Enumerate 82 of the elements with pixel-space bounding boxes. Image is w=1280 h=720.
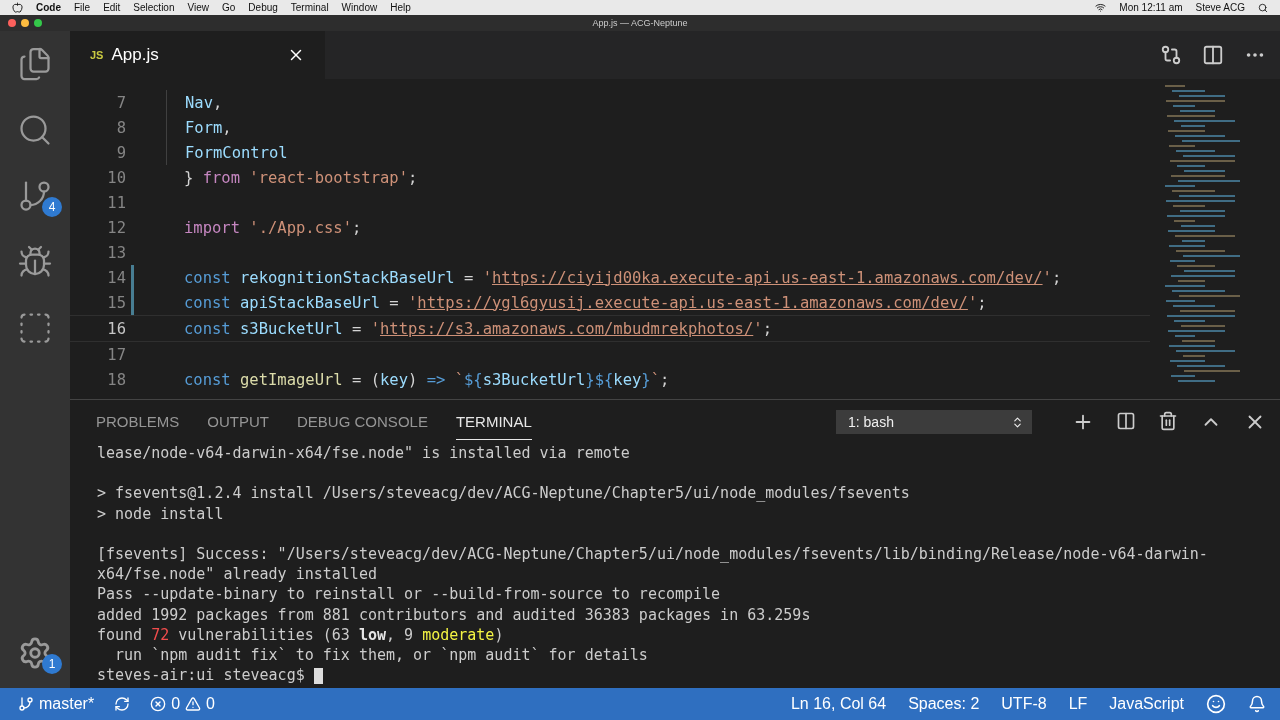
panel-tab[interactable]: OUTPUT: [207, 404, 270, 440]
app-menu[interactable]: Code: [36, 2, 61, 13]
error-icon: [150, 696, 167, 712]
window-title: App.js — ACG-Neptune: [592, 18, 688, 28]
cursor-position[interactable]: Ln 16, Col 64: [790, 695, 887, 713]
panel-tab[interactable]: DEBUG CONSOLE: [297, 404, 428, 440]
terminal-line: added 1992 packages from 881 contributors and audited 36383 packages in 63.259s: [97, 605, 811, 624]
line-number: 9: [115, 143, 126, 162]
menu-item[interactable]: Go: [222, 2, 236, 13]
code-line: Nav,: [185, 93, 223, 112]
encoding[interactable]: UTF-8: [1001, 695, 1047, 713]
terminal-line: [fsevents] Success: "/Users/steveacg/dev/ACG-Neptune/Chapter5/ui/node_modules/fsevents/lib/binding/Release/node-v64-darwin-: [97, 544, 1208, 563]
search-icon[interactable]: [1258, 2, 1268, 13]
language-mode[interactable]: JavaScript: [1109, 695, 1184, 713]
terminal-line: lease/node-v64-darwin-x64/fse.node" is installed via remote: [97, 444, 630, 462]
menu-item[interactable]: Debug: [248, 2, 278, 13]
terminal-line: run `npm audit fix` to fix them, or `npm audit` for details: [114, 645, 648, 664]
terminal-line: Pass --update-binary to reinstall or --build-from-source to recompile: [97, 585, 721, 604]
code-line: Form,: [185, 118, 232, 137]
line-number: 18: [106, 370, 126, 389]
menu-item[interactable]: Window: [341, 2, 378, 13]
code-line: FormControl: [185, 143, 288, 162]
line-ending[interactable]: LF: [1068, 695, 1088, 713]
code-line: const s3BucketUrl = 'https://s3.amazonaws.com/mbudmrekphotos/';: [184, 319, 772, 338]
warning-count: 0: [206, 695, 215, 713]
line-number: 10: [106, 168, 126, 187]
smiley-icon[interactable]: [1206, 694, 1226, 714]
line-number: 7: [115, 93, 126, 112]
cursor: [313, 667, 323, 684]
branch-name: master*: [39, 695, 95, 713]
menu-item[interactable]: Help: [390, 2, 411, 13]
line-number: 17: [106, 345, 126, 364]
panel-tab[interactable]: TERMINAL: [455, 404, 532, 440]
branch-item[interactable]: master*: [18, 695, 95, 713]
count-badge: 4: [42, 197, 62, 217]
terminal-line: x64/fse.node" already installed: [97, 565, 377, 584]
terminal-line: > node install: [97, 504, 224, 523]
terminal-line: steves-air:ui steveacg$: [97, 666, 305, 685]
line-number: 8: [115, 118, 126, 137]
code-line: } from 'react-bootstrap';: [184, 168, 418, 187]
indentation[interactable]: Spaces: 2: [908, 695, 980, 713]
sync-icon[interactable]: [114, 696, 131, 712]
code-line: const apiStackBaseUrl = 'https://ygl6gyusij.execute-api.us-east-1.amazonaws.com/dev/';: [184, 293, 987, 312]
menu-item[interactable]: File: [74, 2, 91, 13]
line-number: 13: [106, 243, 126, 262]
menu-item[interactable]: Terminal: [290, 2, 329, 13]
line-number: 16: [106, 319, 126, 338]
trash-icon[interactable]: [1158, 411, 1178, 431]
wifi-icon: [1095, 2, 1107, 13]
terminal-line: found 72 vulnerabilities (63 low, 9 moderate): [97, 625, 504, 644]
line-number: 11: [106, 193, 126, 212]
user-name[interactable]: Steve ACG: [1195, 2, 1245, 13]
terminal-line: > fsevents@1.2.4 install /Users/steveacg/dev/ACG-Neptune/Chapter5/ui/node_modules/fsevents: [97, 484, 910, 503]
menu-item[interactable]: Selection: [133, 2, 175, 13]
panel-tab[interactable]: PROBLEMS: [96, 404, 180, 440]
code-line: const rekognitionStackBaseUrl = 'https://ciyijd00ka.execute-api.us-east-1.amazonaws.com/dev/';: [184, 268, 1062, 287]
line-number: 15: [106, 293, 126, 312]
compare-icon[interactable]: [1160, 44, 1182, 66]
js-file-icon: JS: [90, 49, 104, 61]
bell-icon[interactable]: [1248, 695, 1266, 713]
minimize-light[interactable]: [21, 19, 29, 27]
line-number: 14: [106, 268, 126, 287]
line-number: 12: [106, 218, 126, 237]
tab-label: App.js: [111, 45, 160, 65]
zoom-light[interactable]: [34, 19, 42, 27]
error-count: 0: [171, 695, 181, 713]
menu-item[interactable]: Edit: [103, 2, 121, 13]
editor-tab[interactable]: JS App.js: [70, 31, 325, 79]
close-light[interactable]: [8, 19, 16, 27]
split-terminal-icon[interactable]: [1116, 411, 1136, 431]
code-line: const getImageUrl = (key) => `${s3BucketUrl}${key}`;: [184, 370, 670, 389]
apple-logo-icon[interactable]: [12, 2, 23, 13]
split-editor-icon[interactable]: [1202, 44, 1224, 66]
up-down-chevron-icon: [1011, 415, 1024, 429]
count-badge: 1: [42, 654, 62, 674]
menu-item[interactable]: View: [187, 2, 209, 13]
warning-icon: [185, 696, 202, 712]
problems-item[interactable]: 0 0: [150, 695, 215, 713]
code-line: import './App.css';: [184, 218, 362, 237]
terminal-select[interactable]: 1: bash: [836, 410, 1032, 434]
clock: Mon 12:11 am: [1119, 2, 1183, 13]
branch-icon: [18, 696, 34, 712]
